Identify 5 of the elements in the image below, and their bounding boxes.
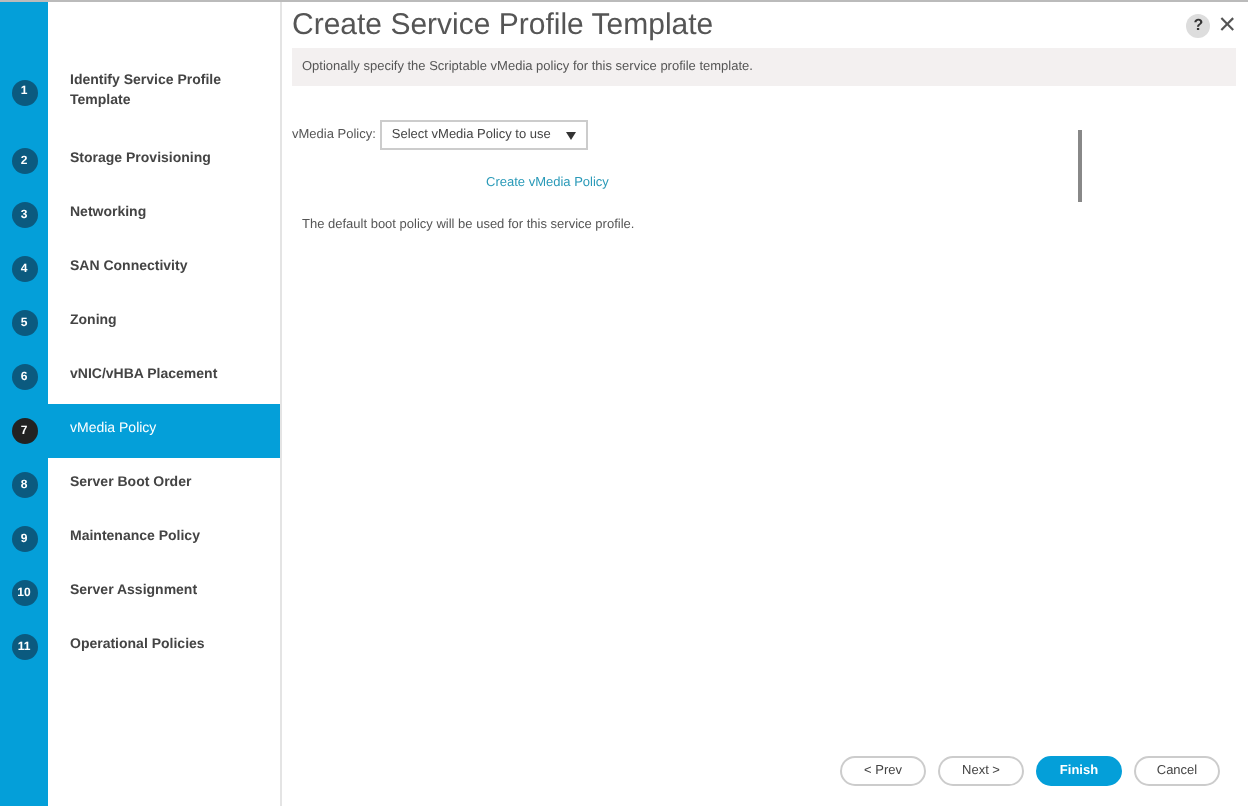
window-title: Create Service Profile Template [292, 8, 714, 42]
close-button[interactable]: × [1218, 10, 1236, 40]
caret-icon [566, 131, 577, 139]
scrollbar[interactable] [1078, 130, 1082, 202]
help-button[interactable]: ? [1186, 13, 1211, 37]
